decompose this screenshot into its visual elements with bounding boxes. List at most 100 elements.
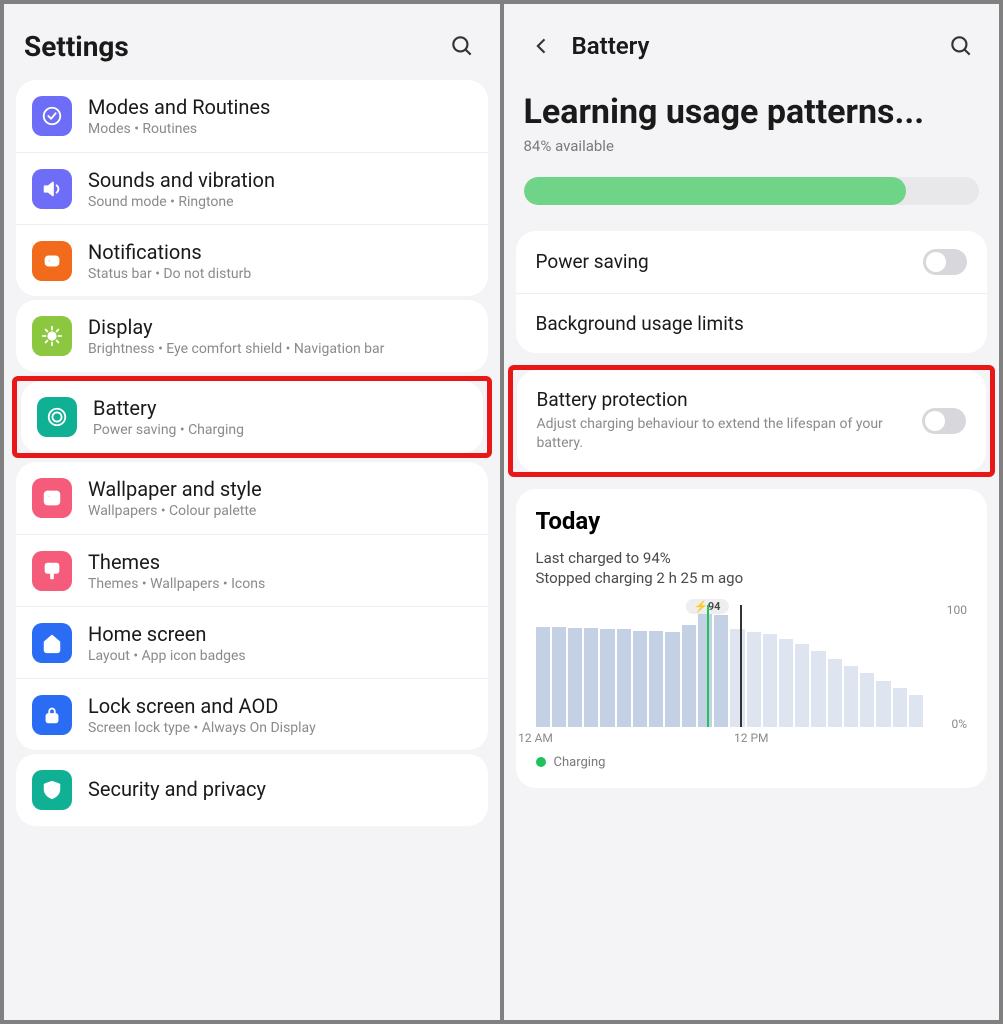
settings-item-title: Sounds and vibration [88,168,472,192]
learning-heading: Learning usage patterns... [524,92,980,133]
chart-legend: Charging [536,755,968,770]
settings-item-sub: Brightness • Eye comfort shield • Naviga… [88,341,472,357]
legend-dot-charging [536,757,546,767]
chart-bar [649,631,663,727]
chart-marker-charge [707,605,709,727]
battery-icon [37,397,77,437]
bg-usage-label: Background usage limits [536,312,968,335]
settings-item-title: Themes [88,550,472,574]
chart-bar [665,632,679,727]
battery-screen: Battery Learning usage patterns... 84% a… [504,4,1000,1020]
home-icon [32,623,72,663]
chart-bar [536,627,550,727]
settings-item-battery[interactable]: Battery Power saving • Charging [21,381,483,453]
sun-icon [32,316,72,356]
settings-item-modes[interactable]: Modes and Routines Modes • Routines [16,80,488,152]
settings-item-sub: Themes • Wallpapers • Icons [88,576,472,592]
check-circle-icon [32,96,72,136]
battery-title: Battery [572,32,944,60]
settings-item-home[interactable]: Home screen Layout • App icon badges [16,606,488,678]
battery-status-section: Learning usage patterns... 84% available [504,76,1000,163]
settings-item-title: Wallpaper and style [88,477,472,501]
settings-list: Modes and Routines Modes • Routines Sounds… [4,76,500,830]
settings-item-themes[interactable]: Themes Themes • Wallpapers • Icons [16,534,488,606]
chart-bar [682,625,696,727]
chart-bar [795,644,809,727]
settings-group: Security and privacy [16,754,488,826]
settings-item-display[interactable]: Display Brightness • Eye comfort shield •… [16,300,488,372]
available-label: 84% available [524,137,980,155]
power-options-card: Power saving Background usage limits [516,231,988,353]
settings-item-sounds[interactable]: Sounds and vibration Sound mode • Rington… [16,152,488,224]
chart-bar [730,629,744,727]
battery-bar-track [524,177,980,205]
chart-bar [811,651,825,727]
settings-item-sub: Sound mode • Ringtone [88,194,472,210]
power-saving-row[interactable]: Power saving [516,231,988,293]
chart-bar [698,612,712,727]
settings-item-title: Modes and Routines [88,95,472,119]
chart-x-left: 12 AM [518,731,553,745]
settings-group: Wallpaper and style Wallpapers • Colour p… [16,462,488,750]
chart-y-top: 100 [947,603,967,617]
settings-item-sub: Layout • App icon badges [88,648,472,664]
settings-item-title: Battery [93,396,467,420]
settings-group: Modes and Routines Modes • Routines Sounds… [16,80,488,296]
shield-icon [32,770,72,810]
settings-title: Settings [24,30,444,63]
battery-protection-sub: Adjust charging behaviour to extend the … [537,415,923,454]
settings-item-wallpaper[interactable]: Wallpaper and style Wallpapers • Colour p… [16,462,488,534]
chart-bar [617,629,631,727]
chart-y-bottom: 0% [951,717,967,731]
battery-bar-fill [524,177,907,205]
chart-bar [714,615,728,727]
settings-item-sub: Power saving • Charging [93,422,467,438]
chart-bar [779,639,793,727]
paint-icon [32,551,72,591]
chart-bar [600,629,614,727]
back-icon[interactable] [524,28,560,64]
sound-icon [32,169,72,209]
chart-bar [876,681,890,727]
lock-icon [32,695,72,735]
chart-marker-now [740,605,742,727]
settings-item-title: Lock screen and AOD [88,694,472,718]
settings-item-title: Display [88,315,472,339]
battery-protection-title: Battery protection [537,388,923,411]
image-icon [32,478,72,518]
settings-item-notifications[interactable]: NotificationsStatus bar • Do not disturb [16,224,488,296]
chart-bar [763,634,777,727]
search-icon[interactable] [943,28,979,64]
notification-icon [32,241,72,281]
battery-protection-row[interactable]: Battery protection Adjust charging behav… [517,370,987,472]
chart-bar [893,688,907,727]
chart-bar [844,666,858,727]
settings-item-security[interactable]: Security and privacy [16,754,488,826]
power-saving-label: Power saving [536,250,924,273]
bg-usage-row[interactable]: Background usage limits [516,293,988,353]
battery-row-highlight: Battery Power saving • Charging [12,376,492,458]
settings-item-title: Home screen [88,622,472,646]
settings-header: Settings [4,4,500,76]
today-card: Today Last charged to 94% Stopped chargi… [516,489,988,788]
stopped-charging-line: Stopped charging 2 h 25 m ago [536,569,968,587]
settings-screen: Settings Modes and Routines Modes • Routi… [4,4,500,1020]
chart-bar [747,632,761,727]
battery-chart: ⚡94 100 0% 12 AM 12 PM [536,605,968,745]
settings-item-sub: Wallpapers • Colour palette [88,503,472,519]
power-saving-toggle[interactable] [923,249,967,275]
settings-group: Display Brightness • Eye comfort shield •… [16,300,488,372]
battery-protection-toggle[interactable] [922,408,966,434]
today-title: Today [536,507,968,535]
chart-bar [584,628,598,727]
chart-bar [633,631,647,727]
settings-item-sub: Status bar • Do not disturb [88,266,472,282]
chart-bar [860,673,874,727]
settings-item-lock[interactable]: Lock screen and AODScreen lock type • Al… [16,678,488,750]
settings-item-title: Security and privacy [88,777,472,801]
settings-group: Battery Power saving • Charging [21,381,483,453]
legend-charging-label: Charging [554,755,606,770]
settings-item-sub: Modes • Routines [88,121,472,137]
battery-header: Battery [504,4,1000,76]
search-icon[interactable] [444,28,480,64]
